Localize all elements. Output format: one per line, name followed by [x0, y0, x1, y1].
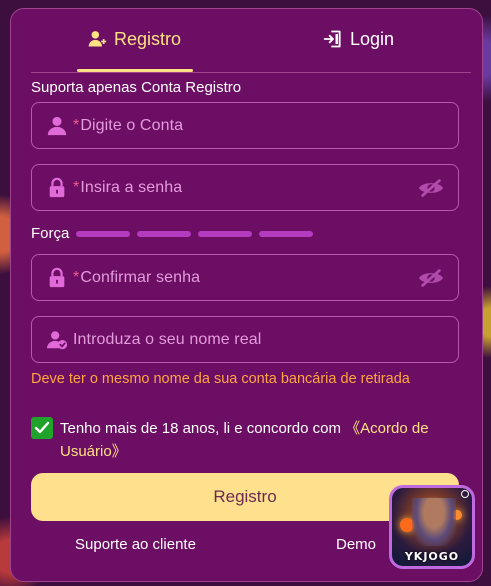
strength-segment	[76, 230, 130, 237]
warrior-artwork	[412, 498, 456, 546]
login-door-icon	[323, 30, 341, 48]
agreement-checkbox[interactable]	[31, 417, 53, 439]
eye-off-icon[interactable]	[418, 268, 444, 288]
name-warning: Deve ter o mesmo nome da sua conta bancá…	[31, 371, 410, 387]
strength-segment	[198, 230, 252, 237]
account-field[interactable]: *Digite o Conta	[31, 102, 459, 149]
tab-registro-label: Registro	[114, 29, 182, 49]
confirm-placeholder: Confirmar senha	[80, 269, 201, 286]
user-check-icon	[46, 331, 68, 350]
section-title: Suporta apenas Conta Registro	[31, 79, 242, 96]
ykjogo-promo-badge[interactable]: YKJOGO	[389, 485, 475, 569]
password-placeholder: Insira a senha	[80, 179, 183, 196]
password-strength: Força	[31, 225, 320, 242]
badge-label: YKJOGO	[404, 550, 460, 563]
agreement-statement: Tenho mais de 18 anos, li e concordo com	[60, 420, 346, 437]
required-mark: *	[73, 179, 80, 196]
demo-link[interactable]: Demo	[336, 536, 376, 553]
strength-label: Força	[31, 225, 70, 242]
required-mark: *	[73, 269, 80, 286]
confirm-password-field[interactable]: *Confirmar senha	[31, 254, 459, 301]
strength-segment	[137, 230, 191, 237]
close-icon[interactable]	[461, 490, 469, 498]
tab-login[interactable]: Login	[323, 23, 394, 73]
real-name-field[interactable]: Introduza o seu nome real	[31, 316, 459, 363]
agreement-row: Tenho mais de 18 anos, li e concordo com…	[31, 417, 451, 463]
account-placeholder: Digite o Conta	[80, 117, 184, 134]
password-field[interactable]: *Insira a senha	[31, 164, 459, 211]
auth-tabs: Registro Login	[31, 23, 471, 73]
required-mark: *	[73, 117, 80, 134]
tab-login-label: Login	[350, 29, 395, 49]
tab-registro[interactable]: Registro	[87, 23, 181, 73]
eye-off-icon[interactable]	[418, 178, 444, 198]
customer-support-link[interactable]: Suporte ao cliente	[75, 536, 196, 553]
active-tab-indicator	[77, 69, 193, 72]
strength-segment	[259, 230, 313, 237]
user-icon	[47, 116, 67, 136]
lock-icon	[49, 267, 65, 288]
check-icon	[34, 421, 50, 434]
user-plus-icon	[88, 31, 107, 47]
real-name-placeholder: Introduza o seu nome real	[73, 331, 262, 348]
agreement-text: Tenho mais de 18 anos, li e concordo com…	[60, 417, 451, 463]
lock-icon	[49, 177, 65, 198]
